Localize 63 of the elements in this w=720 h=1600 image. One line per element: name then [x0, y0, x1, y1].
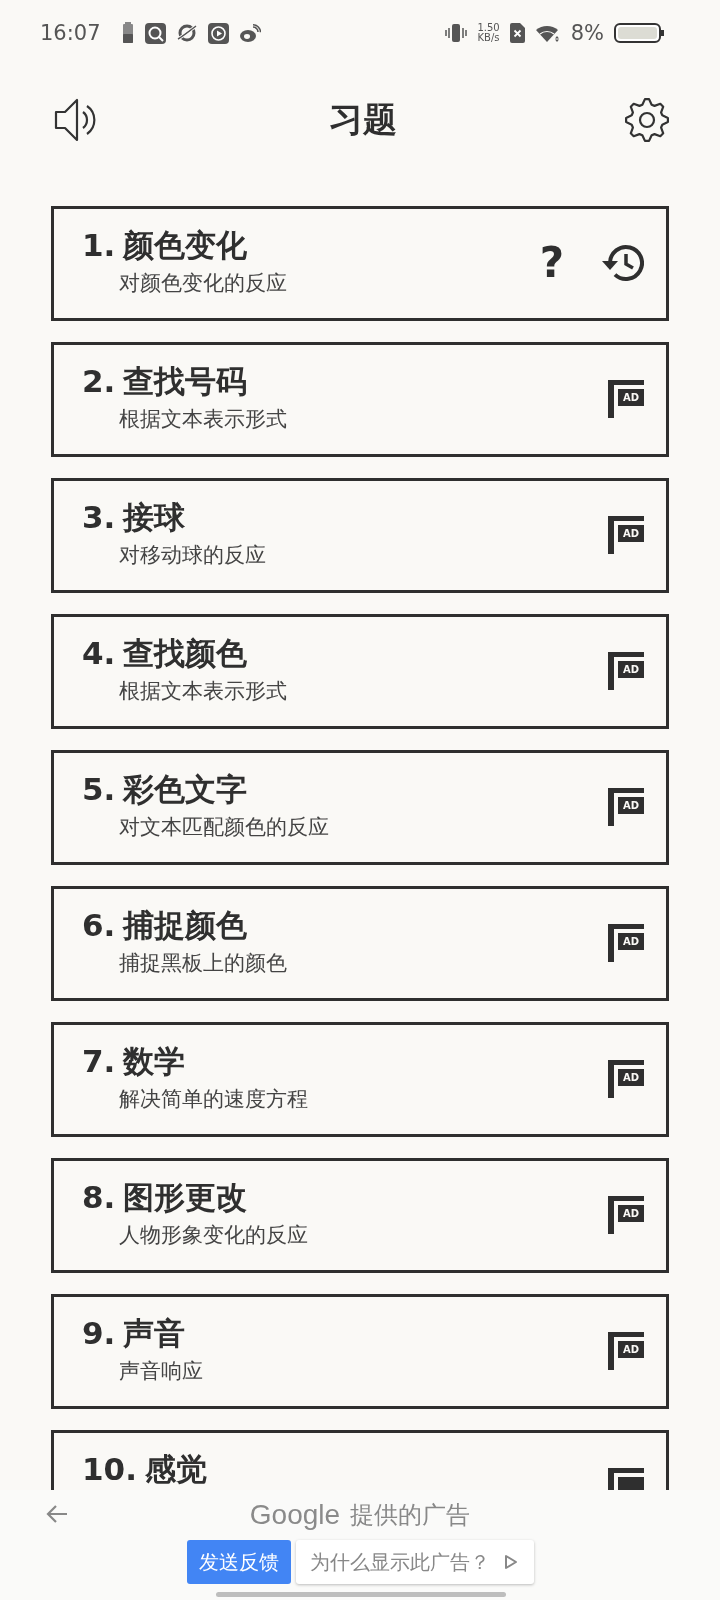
- history-icon: [600, 243, 644, 283]
- task-number: 2.: [82, 362, 116, 400]
- battery-icon: [120, 22, 135, 44]
- task-description: 对颜色变化的反应: [118, 270, 288, 296]
- task-card[interactable]: 7. 数学 解决简单的速度方程 AD: [51, 1022, 669, 1137]
- task-card[interactable]: 3. 接球 对移动球的反应 AD: [51, 478, 669, 593]
- task-card[interactable]: 8. 图形更改 人物形象变化的反应 AD: [51, 1158, 669, 1273]
- task-card[interactable]: 4. 查找颜色 根据文本表示形式 AD: [51, 614, 669, 729]
- task-description: 捕捉黑板上的颜色: [118, 950, 288, 976]
- task-title: 图形更改: [123, 1178, 248, 1216]
- task-description: 根据文本表示形式: [118, 678, 288, 704]
- task-number: 5.: [82, 770, 116, 808]
- clock-time: 16:07: [40, 21, 101, 45]
- settings-button[interactable]: [624, 97, 670, 143]
- why-ad-button[interactable]: 为什么显示此广告？: [295, 1540, 534, 1584]
- task-title: 查找号码: [123, 362, 248, 400]
- task-number: 8.: [82, 1178, 116, 1216]
- task-number: 7.: [82, 1042, 116, 1080]
- task-number: 4.: [82, 634, 116, 672]
- task-description: 对文本匹配颜色的反应: [118, 814, 330, 840]
- task-description: 解决简单的速度方程: [118, 1086, 309, 1112]
- task-description: 对移动球的反应: [118, 542, 267, 568]
- vibrate-icon: [445, 23, 468, 43]
- page-title: 习题: [329, 98, 397, 141]
- battery-icon: [614, 23, 664, 43]
- task-card[interactable]: 5. 彩色文字 对文本匹配颜色的反应 AD: [51, 750, 669, 865]
- settings-icon: [624, 97, 670, 143]
- task-card[interactable]: 6. 捕捉颜色 捕捉黑板上的颜色 AD: [51, 886, 669, 1001]
- task-title: 查找颜色: [123, 634, 248, 672]
- task-title: 声音: [123, 1314, 186, 1352]
- feedback-button[interactable]: 发送反馈: [186, 1540, 291, 1584]
- task-card[interactable]: 2. 查找号码 根据文本表示形式 AD: [51, 342, 669, 457]
- task-card[interactable]: 9. 声音 声音响应 AD: [51, 1294, 669, 1409]
- task-description: 根据文本表示形式: [118, 406, 288, 432]
- battery-percent: 8%: [570, 21, 604, 45]
- task-title: 数学: [123, 1042, 186, 1080]
- search-app-icon: [144, 22, 166, 44]
- ad-choices-icon: [503, 1554, 518, 1570]
- task-title: 捕捉颜色: [123, 906, 248, 944]
- task-title: 接球: [123, 498, 186, 536]
- task-title: 颜色变化: [123, 226, 248, 264]
- network-speed: 1.50: [477, 23, 500, 33]
- play-app-icon: [207, 22, 229, 44]
- wifi-icon: [534, 23, 561, 43]
- google-logo: Google: [249, 1499, 341, 1531]
- back-arrow-icon: [46, 1504, 68, 1524]
- ad-caption: 提供的广告: [350, 1500, 471, 1531]
- task-number: 3.: [82, 498, 116, 536]
- task-number: 9.: [82, 1314, 116, 1352]
- sim-card-icon: [509, 23, 525, 43]
- back-button[interactable]: [46, 1504, 68, 1524]
- speed-unit: KB/s: [477, 33, 500, 43]
- task-title: 彩色文字: [123, 770, 248, 808]
- task-card[interactable]: 1. 颜色变化 对颜色变化的反应 ?: [51, 206, 669, 321]
- task-title: 感觉: [144, 1450, 207, 1488]
- task-number: 6.: [82, 906, 116, 944]
- task-number: 10.: [82, 1450, 137, 1488]
- task-description: 声音响应: [118, 1358, 204, 1384]
- task-number: 1.: [82, 226, 116, 264]
- task-description: 人物形象变化的反应: [118, 1222, 309, 1248]
- history-button[interactable]: [600, 243, 644, 283]
- task-card[interactable]: 10. 感觉: [51, 1430, 669, 1490]
- help-button[interactable]: ?: [539, 241, 564, 285]
